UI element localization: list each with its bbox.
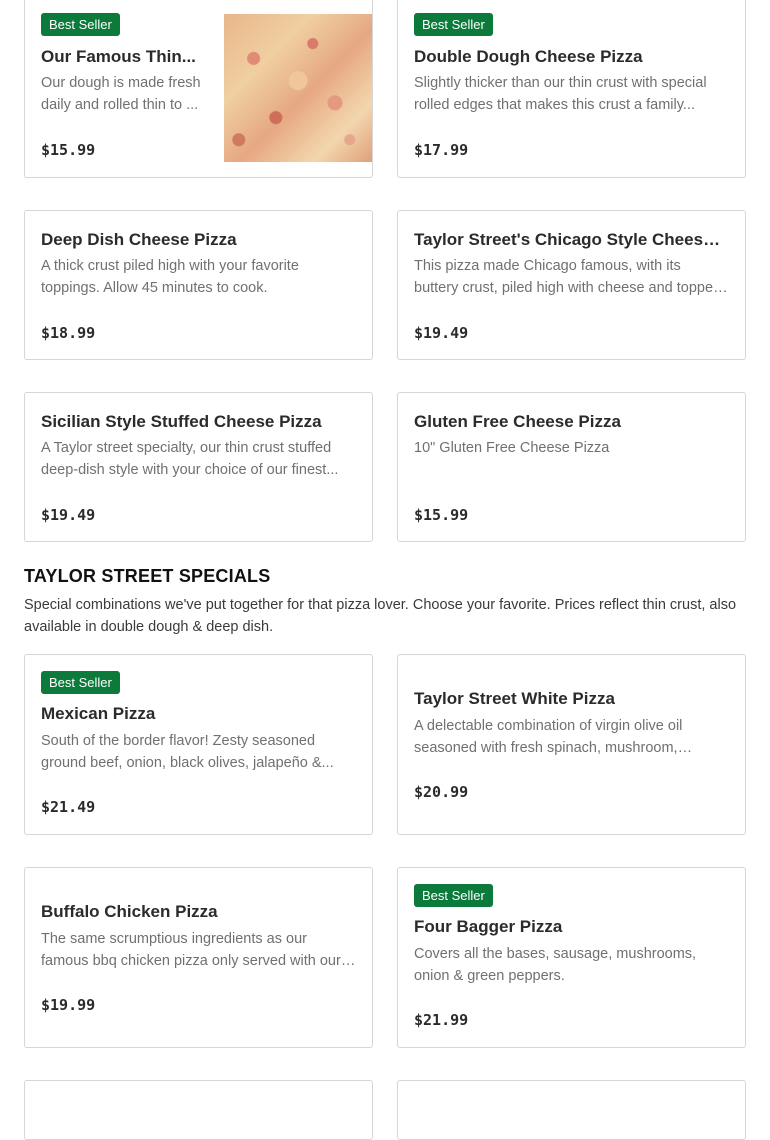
item-description: 10" Gluten Free Cheese Pizza xyxy=(414,440,610,456)
menu-item-card[interactable]: Taylor Street's Chicago Style Cheese Piz… xyxy=(397,210,746,360)
item-title: Mexican Pizza xyxy=(41,704,156,723)
best-seller-badge: Best Seller xyxy=(414,884,493,907)
item-price: $15.99 xyxy=(41,141,96,159)
item-price: $18.99 xyxy=(41,324,96,342)
menu-item-card[interactable]: Best Seller Double Dough Cheese Pizza Sl… xyxy=(397,0,746,178)
item-title: Deep Dish Cheese Pizza xyxy=(41,230,237,249)
item-title: Sicilian Style Stuffed Cheese Pizza xyxy=(41,412,322,431)
item-price: $19.49 xyxy=(414,324,469,342)
item-description: Our dough is made fresh daily and rolled… xyxy=(41,75,201,113)
item-description: A thick crust piled high with your favor… xyxy=(41,258,299,296)
menu-item-card[interactable]: Best Seller Mexican Pizza South of the b… xyxy=(24,654,373,835)
item-description: South of the border flavor! Zesty season… xyxy=(41,733,334,771)
menu-item-card[interactable]: Buffalo Chicken Pizza The same scrumptio… xyxy=(24,867,373,1048)
item-price: $17.99 xyxy=(414,141,469,159)
menu-item-card[interactable]: Gluten Free Cheese Pizza 10" Gluten Free… xyxy=(397,392,746,542)
item-price: $19.99 xyxy=(41,996,96,1014)
best-seller-badge: Best Seller xyxy=(41,671,120,694)
section-heading: TAYLOR STREET SPECIALS xyxy=(24,566,271,586)
item-description: A Taylor street specialty, our thin crus… xyxy=(41,440,339,478)
item-price: $15.99 xyxy=(414,506,469,524)
menu-item-card[interactable]: Deep Dish Cheese Pizza A thick crust pil… xyxy=(24,210,373,360)
item-description: The same scrumptious ingredients as our … xyxy=(41,931,341,969)
best-seller-badge: Best Seller xyxy=(41,13,120,36)
menu-item-card[interactable] xyxy=(24,1080,373,1140)
best-seller-badge: Best Seller xyxy=(414,13,493,36)
item-title: Taylor Street White Pizza xyxy=(414,689,615,708)
pizza-image xyxy=(224,14,372,162)
item-price: $21.99 xyxy=(414,1011,469,1029)
item-title: Taylor Street's Chicago Style Cheese Piz… xyxy=(414,230,729,249)
item-description: A delectable combination of virgin olive… xyxy=(414,718,683,756)
section-description: Special combinations we've put together … xyxy=(24,597,737,635)
menu-item-card[interactable]: Sicilian Style Stuffed Cheese Pizza A Ta… xyxy=(24,392,373,542)
item-title: Buffalo Chicken Pizza xyxy=(41,902,218,921)
item-description: Covers all the bases, sausage, mushrooms… xyxy=(414,946,697,984)
item-price: $19.49 xyxy=(41,506,96,524)
item-title: Four Bagger Pizza xyxy=(414,917,563,936)
menu-item-card[interactable]: Best Seller Our Famous Thin... Our dough… xyxy=(24,0,373,178)
item-title: Double Dough Cheese Pizza xyxy=(414,47,643,66)
menu-item-card[interactable]: Taylor Street White Pizza A delectable c… xyxy=(397,654,746,835)
item-description: Slightly thicker than our thin crust wit… xyxy=(414,75,707,113)
item-price: $21.49 xyxy=(41,798,96,816)
item-description: This pizza made Chicago famous, with its… xyxy=(414,258,722,296)
menu-item-card[interactable]: Best Seller Four Bagger Pizza Covers all… xyxy=(397,867,746,1048)
item-price: $20.99 xyxy=(414,783,469,801)
item-title: Our Famous Thin... xyxy=(41,47,196,66)
menu-item-card[interactable] xyxy=(397,1080,746,1140)
item-title: Gluten Free Cheese Pizza xyxy=(414,412,621,431)
